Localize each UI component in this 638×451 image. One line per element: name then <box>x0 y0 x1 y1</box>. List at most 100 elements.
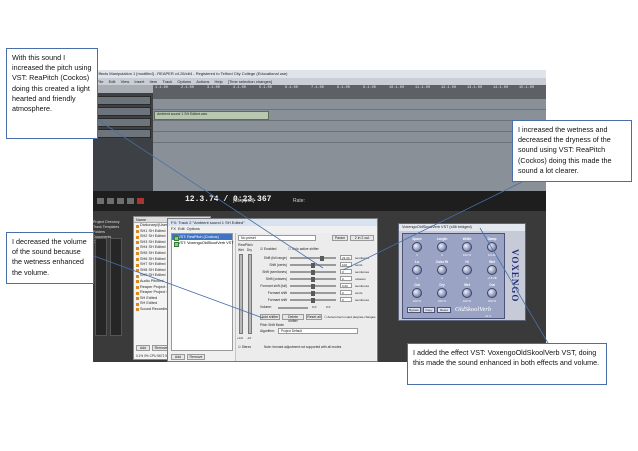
knob-dial-icon[interactable] <box>487 288 497 298</box>
knob-label: Length <box>436 237 448 241</box>
knob-dial-icon[interactable] <box>462 242 472 252</box>
arrange-view[interactable]: Ambient sound 1 SH Edited.wav <box>153 99 546 191</box>
param-slider-thumb[interactable] <box>311 283 315 289</box>
menu-actions[interactable]: Actions <box>196 79 209 84</box>
fx-add-button[interactable]: Add <box>171 354 185 360</box>
knob-dial-icon[interactable] <box>437 265 447 275</box>
enabled-checkbox[interactable]: ☑ Enabled <box>260 247 276 251</box>
knob-dial-icon[interactable] <box>412 288 422 298</box>
verb-knob[interactable]: Hi 0 <box>457 260 477 282</box>
wet-fader-label: Wet <box>238 248 244 252</box>
menu-insert[interactable]: Insert <box>134 79 144 84</box>
add-shifter-button[interactable]: Add shifter <box>260 314 280 320</box>
verb-knob[interactable]: Out 100 % <box>482 283 502 305</box>
param-slider[interactable] <box>290 255 336 261</box>
knob-dial-icon[interactable] <box>487 242 497 252</box>
knob-dial-icon[interactable] <box>437 242 447 252</box>
knob-label: Out <box>414 283 420 287</box>
verb-knob[interactable]: Wet -2.8 dB <box>482 260 502 282</box>
param-value-field[interactable]: 0 <box>340 276 352 281</box>
param-value-field[interactable]: 0.00 <box>340 283 352 288</box>
fx-menu-options[interactable]: Options <box>187 227 200 231</box>
add-button[interactable]: Add <box>136 345 150 351</box>
track-header-4[interactable] <box>95 129 151 138</box>
param-slider-thumb[interactable] <box>311 290 315 296</box>
param-value-field[interactable]: 100 <box>340 262 352 267</box>
mixer-channel[interactable] <box>110 238 122 336</box>
reset-button[interactable]: Reset <box>437 307 451 313</box>
stop-button[interactable] <box>107 198 114 204</box>
knob-dial-icon[interactable] <box>462 265 472 275</box>
rewind-button[interactable] <box>97 198 104 204</box>
fx-menu-edit[interactable]: Edit <box>178 227 185 231</box>
autocorrect-checkbox[interactable]: ☐ Autocorrect muted playrate changes <box>324 315 376 319</box>
knob-dial-icon[interactable] <box>462 288 472 298</box>
media-item[interactable]: Ambient sound 1 SH Edited.wav <box>154 111 269 120</box>
menu-track[interactable]: Track <box>162 79 172 84</box>
fx-remove-button[interactable]: Remove <box>187 354 205 360</box>
param-slider-thumb[interactable] <box>311 276 315 282</box>
dry-fader[interactable] <box>248 254 252 334</box>
bypass-button[interactable]: Bypass <box>407 307 421 313</box>
fx-item-oldskoolverb[interactable]: VST: VoxengoOldSkoolVerb VST <box>172 240 234 247</box>
track-header-3[interactable] <box>95 118 151 127</box>
track-lane[interactable]: Ambient sound 1 SH Edited.wav <box>153 110 546 121</box>
track-lane[interactable] <box>153 99 546 110</box>
knob-dial-icon[interactable] <box>437 288 447 298</box>
knob-dial-icon[interactable] <box>412 242 422 252</box>
menu-edit[interactable]: Edit <box>109 79 116 84</box>
fx-menu-fx[interactable]: FX <box>171 227 176 231</box>
track-lane[interactable] <box>153 132 546 143</box>
param-slider-thumb[interactable] <box>311 297 315 303</box>
param-slider[interactable] <box>290 283 336 289</box>
track-header-2[interactable] <box>95 107 151 116</box>
track-header-1[interactable] <box>95 96 151 105</box>
solo-checkbox[interactable]: ☐ Solo active shifter <box>288 247 319 251</box>
param-slider[interactable] <box>290 290 336 296</box>
delete-shifter-button[interactable]: Delete shifter <box>282 314 304 323</box>
pause-button[interactable] <box>127 198 134 204</box>
verb-knob[interactable]: Color Hi 0 <box>432 260 452 282</box>
menu-help[interactable]: Help <box>215 79 223 84</box>
io-button[interactable]: 2 in 2 out <box>350 235 374 241</box>
knob-dial-icon[interactable] <box>412 265 422 275</box>
track-lane[interactable] <box>153 121 546 132</box>
param-slider[interactable] <box>290 262 336 268</box>
verb-knob[interactable]: Space 5 <box>407 237 427 259</box>
wet-fader[interactable] <box>239 254 243 334</box>
param-value-field[interactable]: 0 <box>340 290 352 295</box>
ruler-tick: 6.1.00 <box>285 86 298 90</box>
param-value-field[interactable]: 0 <box>340 269 352 274</box>
param-slider[interactable] <box>290 269 336 275</box>
reset-all-button[interactable]: Reset all <box>306 314 322 320</box>
verb-knob[interactable]: Dry 100 % <box>432 283 452 305</box>
param-value-field[interactable]: 0 <box>340 297 352 302</box>
verb-knob[interactable]: Damp 0.0 dB <box>482 237 502 259</box>
copy-button[interactable]: Copy <box>423 307 435 313</box>
main-toolbar[interactable] <box>93 85 153 93</box>
verb-knob[interactable]: Length 0 <box>432 237 452 259</box>
verb-knob[interactable]: Out 100 % <box>407 283 427 305</box>
param-value-field[interactable]: 23.30 <box>340 255 352 260</box>
param-slider-thumb[interactable] <box>311 262 315 268</box>
menu-item[interactable]: Item <box>149 79 157 84</box>
timeline-ruler[interactable]: 1.1.00 2.1.00 3.1.00 4.1.00 5.1.00 6.1.00 7.1.… <box>153 85 546 99</box>
param-slider-thumb[interactable] <box>311 269 315 275</box>
verb-knob[interactable]: Wet 100 % <box>457 283 477 305</box>
param-button[interactable]: Param <box>332 235 348 241</box>
stereo-checkbox[interactable]: ☑ Stereo <box>238 345 251 349</box>
param-slider[interactable] <box>290 276 336 282</box>
preset-dropdown[interactable]: No preset <box>238 235 316 241</box>
algorithm-dropdown[interactable]: Project Default <box>278 328 358 334</box>
verb-knob[interactable]: Lo 0 <box>407 260 427 282</box>
volume-slider[interactable] <box>278 307 308 309</box>
play-button[interactable] <box>117 198 124 204</box>
mixer-channel[interactable] <box>95 238 107 336</box>
menu-view[interactable]: View <box>121 79 130 84</box>
param-slider[interactable] <box>290 297 336 303</box>
record-button[interactable] <box>137 198 144 204</box>
param-slider-thumb[interactable] <box>320 255 325 261</box>
menu-options[interactable]: Options <box>177 79 191 84</box>
knob-dial-icon[interactable] <box>487 265 497 275</box>
verb-knob[interactable]: Width 100 % <box>457 237 477 259</box>
